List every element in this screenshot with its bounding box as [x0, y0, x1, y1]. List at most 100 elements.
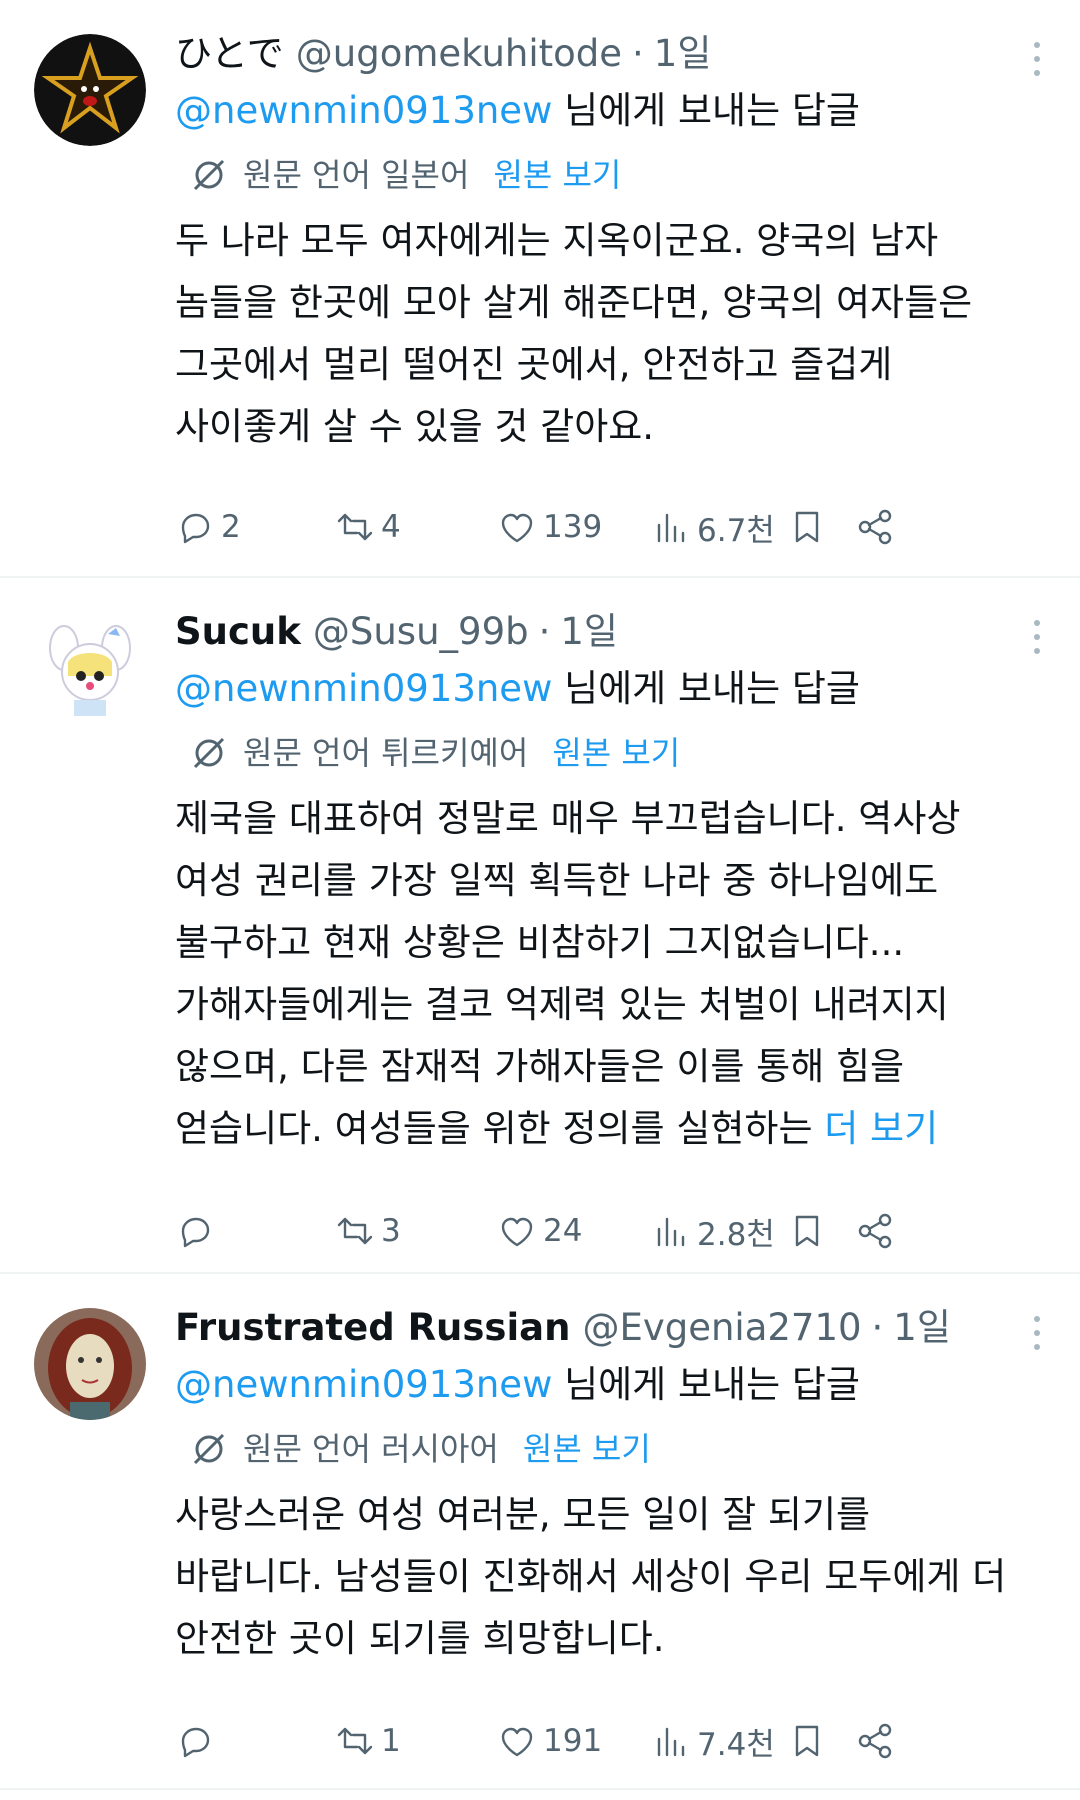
reply-mention-link[interactable]: @newnmin0913new [175, 667, 552, 710]
like-count: 24 [543, 1213, 583, 1249]
action-bar: 3 24 2.8천 [175, 1204, 1040, 1258]
translation-notice: 원문 언어 러시아어 원본 보기 [189, 1420, 1040, 1478]
user-handle[interactable]: @ugomekuhitode [296, 26, 622, 82]
views-chart-icon [657, 513, 685, 543]
more-options-button[interactable] [1022, 612, 1052, 662]
translation-notice: 원문 언어 일본어 원본 보기 [189, 146, 1040, 204]
like-count: 139 [543, 509, 603, 545]
repost-button[interactable]: 3 [335, 1204, 401, 1258]
timestamp[interactable]: 1일 [893, 1300, 951, 1356]
views-button[interactable]: 6.7천 [651, 500, 775, 554]
more-options-button[interactable] [1022, 1308, 1052, 1358]
reply-context: @newnmin0913new 님에게 보내는 답글 [175, 660, 1040, 718]
like-count: 191 [543, 1723, 603, 1759]
reply-icon [181, 1217, 210, 1248]
tweet-text-line: 두 나라 모두 여자에게는 지옥이군요. 양국의 남자 [175, 219, 939, 262]
user-handle[interactable]: @Evgenia2710 [582, 1300, 861, 1356]
heart-icon [501, 1217, 533, 1247]
separator-dot: · [538, 610, 551, 653]
avatar[interactable] [34, 34, 146, 146]
bookmark-button[interactable] [787, 500, 827, 554]
bookmark-button[interactable] [787, 1204, 827, 1258]
tweet-text: 두 나라 모두 여자에게는 지옥이군요. 양국의 남자 놈들을 한곳에 모아 살… [175, 210, 1040, 458]
reply-tweet[interactable]: ひとで @ugomekuhitode · 1일 @newnmin0913new … [0, 0, 1080, 578]
reply-tweet[interactable]: Sucuk @Susu_99b · 1일 @newnmin0913new 님에게… [0, 578, 1080, 1274]
bookmark-icon [795, 511, 819, 543]
translate-icon [193, 737, 225, 769]
tweet-text-line: 얻습니다. 여성들을 위한 정의를 실현하는 [175, 1107, 825, 1150]
tweet-text-line: 불구하고 현재 상황은 비참하기 그지없습니다... [175, 921, 905, 964]
star-avatar-icon [34, 34, 146, 146]
repost-count: 4 [381, 509, 401, 545]
action-bar: 1 191 7.4천 [175, 1714, 1040, 1768]
reply-mention-link[interactable]: @newnmin0913new [175, 89, 552, 132]
like-button[interactable]: 139 [497, 500, 602, 554]
separator-dot: · [632, 32, 644, 75]
repost-icon [337, 1727, 373, 1755]
user-handle[interactable]: @Susu_99b [313, 604, 529, 660]
tweet-text-line: 안전한 곳이 되기를 희망합니다. [175, 1617, 665, 1660]
share-icon [858, 509, 892, 545]
tweet-text-line: 않으며, 다른 잠재적 가해자들은 이를 통해 힘을 [175, 1045, 905, 1088]
reply-suffix: 님에게 보내는 답글 [552, 667, 860, 710]
views-chart-icon [657, 1217, 685, 1247]
repost-count: 3 [381, 1213, 401, 1249]
view-original-link[interactable]: 원본 보기 [552, 724, 680, 782]
tweet-text-line: 놈들을 한곳에 모아 살게 해준다면, 양국의 여자들은 [175, 281, 973, 324]
more-options-button[interactable] [1022, 34, 1052, 84]
repost-count: 1 [381, 1723, 401, 1759]
show-more-link[interactable]: 더 보기 [824, 1107, 938, 1150]
tweet-text-line: 사이좋게 살 수 있을 것 같아요. [175, 405, 655, 448]
tweet-header: ひとで @ugomekuhitode · 1일 [175, 26, 1040, 82]
like-button[interactable]: 191 [497, 1714, 602, 1768]
tweet-text-line: 사랑스러운 여성 여러분, 모든 일이 잘 되기를 [175, 1493, 871, 1536]
reply-suffix: 님에게 보내는 답글 [552, 1363, 860, 1406]
view-original-link[interactable]: 원본 보기 [493, 146, 621, 204]
views-button[interactable]: 2.8천 [651, 1204, 775, 1258]
reply-button[interactable] [175, 1714, 221, 1768]
views-button[interactable]: 7.4천 [651, 1714, 775, 1768]
timestamp[interactable]: 1일 [560, 604, 618, 660]
view-original-link[interactable]: 원본 보기 [523, 1420, 651, 1478]
portrait-avatar-icon [34, 1308, 146, 1420]
tweet-header: Frustrated Russian @Evgenia2710 · 1일 [175, 1300, 1040, 1356]
repost-icon [337, 1217, 373, 1245]
tweet-text-line: 여성 권리를 가장 일찍 획득한 나라 중 하나임에도 [175, 859, 939, 902]
like-button[interactable]: 24 [497, 1204, 582, 1258]
reply-suffix: 님에게 보내는 답글 [552, 89, 860, 132]
share-icon [858, 1213, 892, 1249]
tweet-text-line: 제국을 대표하여 정말로 매우 부끄럽습니다. 역사상 [175, 797, 961, 840]
view-count: 6.7천 [697, 512, 775, 549]
share-button[interactable] [855, 1714, 895, 1768]
reply-button[interactable]: 2 [175, 500, 241, 554]
share-button[interactable] [855, 1204, 895, 1258]
reply-button[interactable] [175, 1204, 221, 1258]
bookmark-icon [795, 1725, 819, 1757]
reply-tweet[interactable]: Frustrated Russian @Evgenia2710 · 1일 @ne… [0, 1274, 1080, 1790]
separator-dot: · [871, 1306, 884, 1349]
tweet-text-line: 가해자들에게는 결코 억제력 있는 처벌이 내려지지 [175, 983, 949, 1026]
reply-mention-link[interactable]: @newnmin0913new [175, 1363, 552, 1406]
bookmark-button[interactable] [787, 1714, 827, 1768]
repost-button[interactable]: 4 [335, 500, 401, 554]
bookmark-icon [795, 1215, 819, 1247]
avatar[interactable] [34, 612, 146, 724]
reply-icon [181, 1727, 210, 1758]
avatar[interactable] [34, 1308, 146, 1420]
share-icon [858, 1723, 892, 1759]
tweet-text-line-last: 얻습니다. 여성들을 위한 정의를 실현하는 더 보기 [175, 1098, 1040, 1160]
heart-icon [501, 1727, 533, 1757]
display-name[interactable]: ひとで [175, 26, 284, 82]
anime-avatar-icon [34, 612, 146, 724]
timestamp[interactable]: 1일 [654, 26, 712, 82]
display-name[interactable]: Sucuk [175, 604, 301, 660]
tweet-text: 제국을 대표하여 정말로 매우 부끄럽습니다. 역사상 여성 권리를 가장 일찍… [175, 788, 1040, 1160]
tweet-text: 사랑스러운 여성 여러분, 모든 일이 잘 되기를 바랍니다. 남성들이 진화해… [175, 1484, 1040, 1670]
reply-icon [181, 513, 210, 544]
display-name[interactable]: Frustrated Russian [175, 1300, 570, 1356]
original-language-label: 원문 언어 튀르키예어 [243, 734, 529, 772]
repost-button[interactable]: 1 [335, 1714, 401, 1768]
share-button[interactable] [855, 500, 895, 554]
original-language-label: 원문 언어 일본어 [243, 156, 470, 194]
view-count: 2.8천 [697, 1216, 775, 1253]
